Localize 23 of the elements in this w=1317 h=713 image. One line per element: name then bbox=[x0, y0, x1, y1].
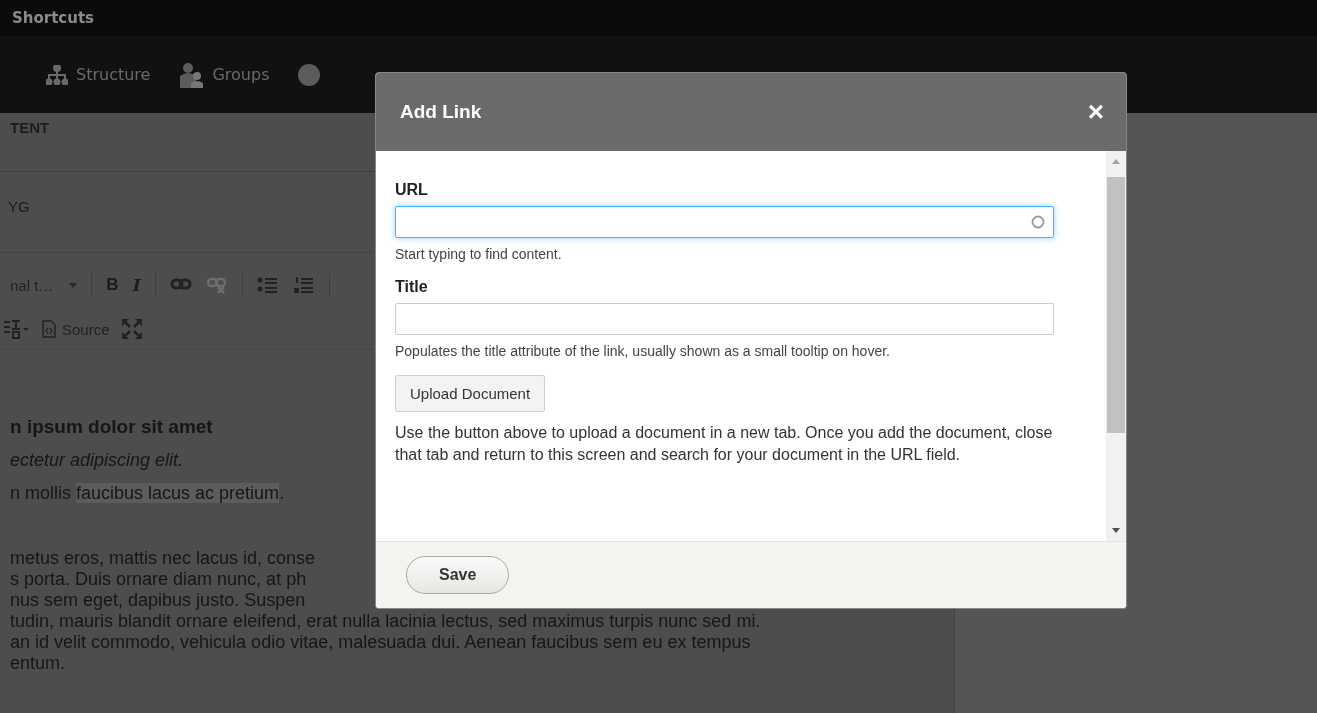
content-text: ectetur adipiscing elit. bbox=[10, 450, 184, 471]
field-label: Title bbox=[395, 278, 429, 296]
content-text: entum. bbox=[10, 653, 66, 674]
help-text: Use the button above to upload a document in a new tab. Once you add the document, close that tab and return to this screen and search for your document in the URL field. bbox=[395, 423, 1054, 465]
field-description: Populates the title attribute of the link, usually shown as a small tooltip on hover. bbox=[395, 343, 891, 359]
title-field[interactable] bbox=[395, 303, 1054, 335]
bulleted-list-icon[interactable] bbox=[256, 276, 279, 294]
field-label: URL bbox=[395, 181, 429, 199]
hierarchy-icon bbox=[46, 64, 68, 85]
people-icon bbox=[178, 61, 205, 88]
language-icon[interactable] bbox=[4, 319, 30, 339]
shortcuts-link[interactable]: Shortcuts bbox=[12, 9, 95, 27]
save-button[interactable]: Save bbox=[406, 556, 510, 594]
maximize-icon[interactable] bbox=[121, 319, 142, 339]
structure-tab[interactable]: Structure bbox=[46, 64, 151, 85]
scrollbar[interactable] bbox=[1106, 151, 1126, 541]
close-button[interactable]: × bbox=[1087, 98, 1104, 126]
upload-document-button[interactable]: Upload Document bbox=[395, 375, 546, 412]
url-field[interactable] bbox=[395, 206, 1054, 238]
numbered-list-icon[interactable] bbox=[292, 276, 315, 294]
document-icon bbox=[42, 320, 56, 338]
groups-tab[interactable]: Groups bbox=[178, 61, 270, 88]
caret-icon bbox=[69, 282, 78, 288]
